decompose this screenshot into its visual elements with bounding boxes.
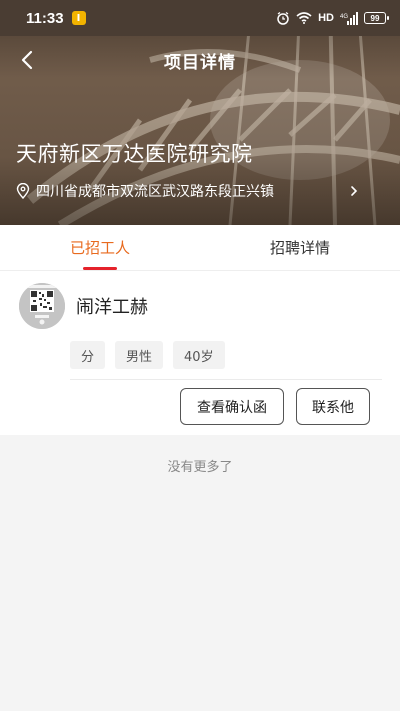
app-notification-icon: I — [71, 11, 86, 25]
project-address: 四川省成都市双流区武汉路东段正兴镇 — [36, 184, 274, 200]
worker-tag-age: 40岁 — [173, 341, 225, 369]
tab-recruitment-details[interactable]: 招聘详情 — [200, 225, 400, 270]
signal-label: 4G — [340, 14, 348, 20]
chevron-right-icon — [351, 186, 358, 196]
contact-worker-button[interactable]: 联系他 — [296, 388, 370, 425]
tab-bar: 已招工人 招聘详情 — [0, 225, 400, 271]
signal-icon: 4G — [340, 11, 358, 25]
project-name: 天府新区万达医院研究院 — [16, 142, 253, 166]
tab-hired-workers[interactable]: 已招工人 — [0, 225, 200, 270]
active-tab-indicator — [83, 267, 117, 270]
status-bar: 11:33 I HD 4G 99 — [0, 0, 400, 36]
tab-hired-workers-label: 已招工人 — [69, 239, 130, 257]
project-address-row[interactable]: 四川省成都市双流区武汉路东段正兴镇 — [16, 180, 384, 202]
chevron-left-icon[interactable] — [16, 48, 40, 72]
worker-actions: 查看确认函 联系他 — [180, 388, 370, 425]
divider — [70, 379, 382, 380]
tab-recruitment-details-label: 招聘详情 — [269, 239, 330, 257]
status-time: 11:33 — [26, 9, 64, 27]
worker-name: 闹洋工赫 — [76, 297, 148, 318]
avatar[interactable] — [19, 283, 65, 329]
worker-card: 闹洋工赫 分 男性 40岁 查看确认函 联系他 — [0, 271, 400, 435]
worker-tag-gender: 男性 — [115, 341, 164, 369]
no-more-text: 没有更多了 — [167, 460, 233, 475]
view-confirmation-letter-button[interactable]: 查看确认函 — [180, 388, 284, 425]
network-type-label: HD — [318, 12, 334, 24]
worker-tags: 分 男性 40岁 — [70, 341, 225, 369]
page-title: 项目详情 — [164, 52, 236, 73]
worker-tag-score: 分 — [70, 341, 106, 369]
location-pin-icon — [16, 183, 30, 199]
nav-bar: 项目详情 — [0, 40, 400, 80]
wifi-icon — [296, 12, 312, 24]
battery-icon: 99 — [364, 12, 389, 24]
alarm-icon — [277, 11, 289, 25]
